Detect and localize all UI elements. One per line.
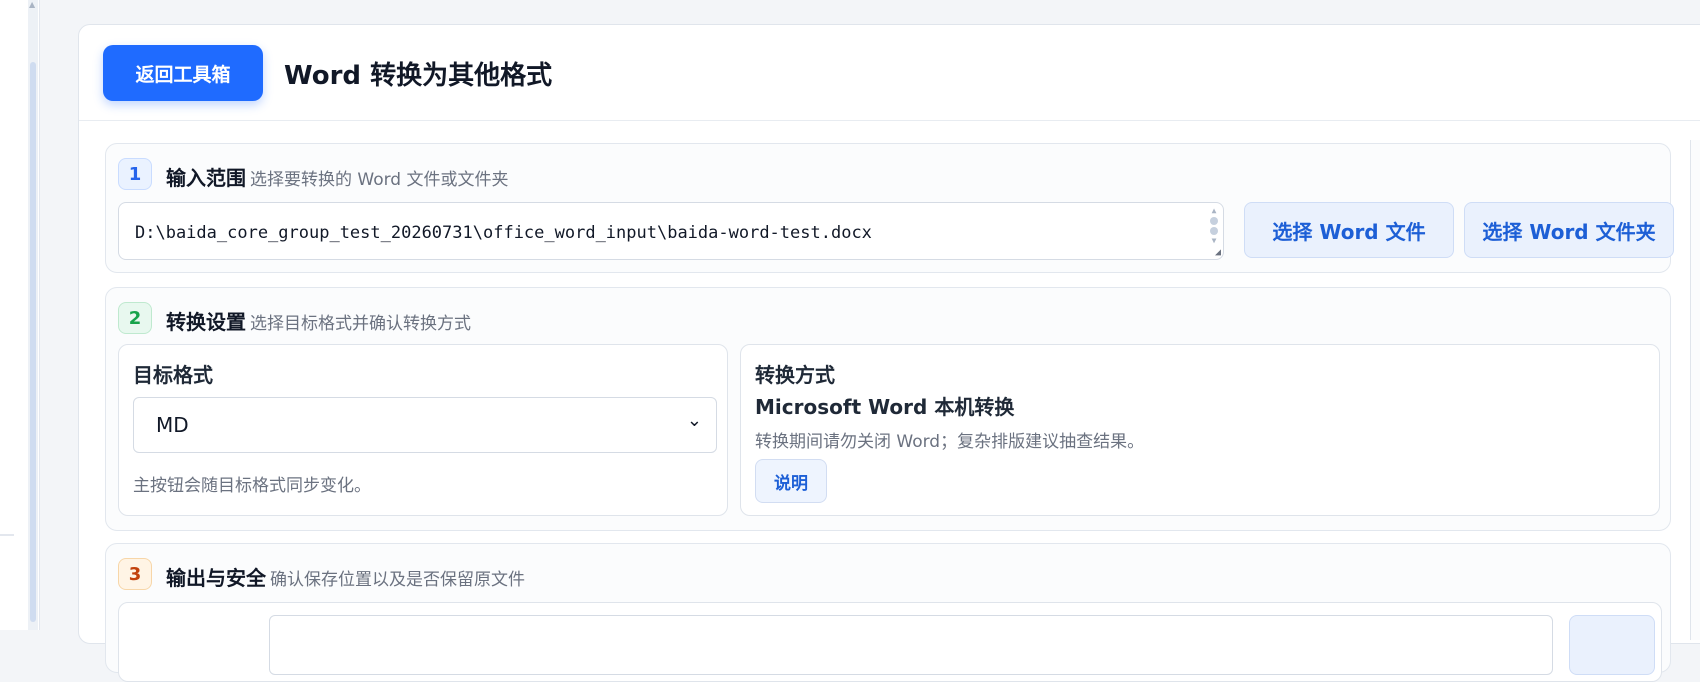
input-section-title: 输入范围 bbox=[166, 166, 246, 190]
settings-section-title: 转换设置 bbox=[166, 310, 246, 334]
settings-section-subtitle: 选择目标格式并确认转换方式 bbox=[250, 314, 471, 334]
scroll-down-icon[interactable]: ▼ bbox=[1209, 237, 1219, 245]
input-scope-section: 1 输入范围 选择要转换的 Word 文件或文件夹 D:\baida_core_… bbox=[105, 143, 1674, 273]
input-path-value: D:\baida_core_group_test_20260731\office… bbox=[135, 223, 872, 243]
target-format-value: MD bbox=[156, 413, 189, 437]
conversion-method-card: 转换方式 Microsoft Word 本机转换 转换期间请勿关闭 Word；复… bbox=[740, 344, 1660, 516]
page-header: 返回工具箱 Word 转换为其他格式 bbox=[79, 25, 1700, 121]
scroll-thumb[interactable] bbox=[1210, 227, 1218, 235]
right-panel-edge bbox=[1690, 140, 1700, 640]
scroll-up-icon[interactable]: ▲ bbox=[29, 0, 35, 9]
input-path-field[interactable]: D:\baida_core_group_test_20260731\office… bbox=[118, 202, 1224, 260]
target-format-card: 目标格式 MD ⌄ 主按钮会随目标格式同步变化。 bbox=[118, 344, 728, 516]
output-section-subtitle: 确认保存位置以及是否保留原文件 bbox=[270, 570, 525, 590]
page-title: Word 转换为其他格式 bbox=[284, 61, 553, 91]
back-to-toolbox-button[interactable]: 返回工具箱 bbox=[103, 45, 263, 101]
output-location-row bbox=[118, 602, 1662, 682]
target-format-label: 目标格式 bbox=[133, 363, 213, 387]
scroll-thumb[interactable] bbox=[1210, 217, 1218, 225]
chevron-down-icon: ⌄ bbox=[686, 410, 702, 431]
step-badge-3: 3 bbox=[118, 558, 152, 590]
sidebar-scroll-thumb[interactable] bbox=[30, 62, 36, 622]
select-word-file-button[interactable]: 选择 Word 文件 bbox=[1244, 202, 1454, 258]
left-sidebar-rail: ▲ bbox=[0, 0, 40, 630]
select-word-folder-button[interactable]: 选择 Word 文件夹 bbox=[1464, 202, 1674, 258]
target-format-hint: 主按钮会随目标格式同步变化。 bbox=[133, 476, 371, 496]
output-safety-section: 3 输出与安全 确认保存位置以及是否保留原文件 bbox=[105, 543, 1671, 682]
step-badge-1: 1 bbox=[118, 158, 152, 190]
output-path-field[interactable] bbox=[269, 615, 1553, 675]
sidebar-divider bbox=[0, 534, 14, 536]
target-format-select[interactable]: MD ⌄ bbox=[133, 397, 717, 453]
resize-grip-icon[interactable]: ◢ bbox=[1215, 247, 1221, 258]
step-badge-2: 2 bbox=[118, 302, 152, 334]
conversion-method-name: Microsoft Word 本机转换 bbox=[755, 395, 1015, 419]
output-section-title: 输出与安全 bbox=[166, 566, 266, 590]
output-select-button[interactable] bbox=[1569, 615, 1655, 675]
conversion-settings-section: 2 转换设置 选择目标格式并确认转换方式 目标格式 MD ⌄ 主按钮会随目标格式… bbox=[105, 287, 1671, 531]
explain-button[interactable]: 说明 bbox=[755, 459, 827, 503]
main-panel: 返回工具箱 Word 转换为其他格式 1 输入范围 选择要转换的 Word 文件… bbox=[78, 24, 1700, 682]
scroll-up-icon[interactable]: ▲ bbox=[1209, 207, 1219, 215]
conversion-method-description: 转换期间请勿关闭 Word；复杂排版建议抽查结果。 bbox=[755, 432, 1145, 452]
sidebar-scrollbar[interactable]: ▲ bbox=[28, 0, 38, 630]
conversion-method-label: 转换方式 bbox=[755, 363, 835, 387]
input-section-subtitle: 选择要转换的 Word 文件或文件夹 bbox=[250, 170, 509, 190]
